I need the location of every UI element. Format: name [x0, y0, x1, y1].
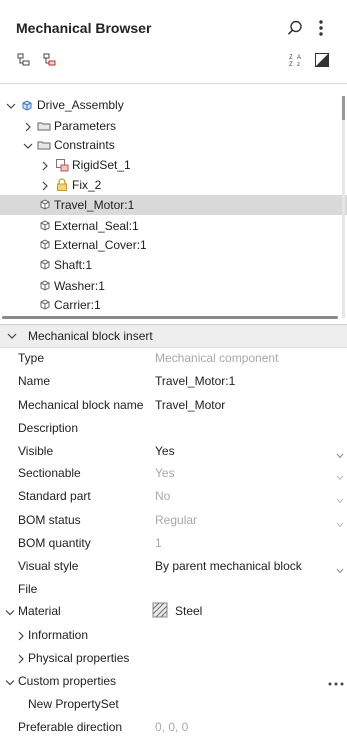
tree-item-travel-motor[interactable]: Travel_Motor:1	[0, 195, 347, 215]
prop-label-description: Description	[18, 421, 79, 435]
tree-item-label: Travel_Motor:1	[54, 198, 135, 212]
chevron-right-icon[interactable]	[23, 121, 33, 132]
prop-value-visible[interactable]: Yes	[155, 444, 175, 458]
prop-label-type: Type	[18, 351, 45, 365]
prop-value-preferable-direction: 0, 0, 0	[155, 720, 189, 734]
tree-vertical-scrollbar[interactable]	[342, 96, 345, 318]
chevron-down-icon[interactable]	[336, 448, 344, 459]
chevron-down-icon	[336, 470, 344, 481]
chevron-down-icon[interactable]	[336, 563, 344, 574]
tree-item-label: External_Cover:1	[54, 238, 147, 252]
panel-title: Mechanical block insert	[28, 329, 153, 343]
prop-label-visible: Visible	[18, 444, 54, 458]
tree-item-parameters[interactable]: Parameters	[0, 116, 347, 136]
svg-text:z: z	[297, 62, 300, 68]
assembly-icon	[20, 98, 34, 112]
component-icon	[38, 258, 52, 272]
tree-item-washer[interactable]: Washer:1	[0, 276, 347, 296]
folder-icon	[37, 138, 51, 152]
more-vert-icon[interactable]	[314, 19, 328, 37]
prop-label-block-name: Mechanical block name	[18, 398, 144, 412]
sort-icon[interactable]: ZZAz	[288, 52, 304, 68]
prop-value-visual-style[interactable]: By parent mechanical block	[155, 559, 302, 573]
tree-item-label: Shaft:1	[54, 258, 93, 272]
prop-value-type: Mechanical component	[155, 351, 279, 365]
rigidset-icon	[55, 158, 69, 172]
tree-item-label: Fix_2	[72, 178, 102, 192]
prop-label-standard-part: Standard part	[18, 489, 91, 503]
chevron-down-icon[interactable]	[5, 606, 15, 616]
prop-value-bom-status: Regular	[155, 513, 198, 527]
tree-filter-icon[interactable]	[42, 52, 58, 68]
tree-item-label: Carrier:1	[54, 298, 101, 312]
tree-item-label: Drive_Assembly	[37, 98, 124, 112]
svg-text:Z: Z	[289, 62, 293, 68]
svg-text:Z: Z	[289, 55, 293, 61]
prop-label-name: Name	[18, 374, 51, 388]
chevron-down-icon[interactable]	[7, 330, 17, 344]
new-propertyset-button[interactable]: New PropertySet	[28, 697, 119, 711]
chevron-down-icon[interactable]	[6, 100, 16, 110]
lock-icon	[55, 178, 69, 192]
svg-text:A: A	[297, 55, 301, 61]
tree-item-drive-assembly[interactable]: Drive_Assembly	[0, 95, 347, 115]
component-icon	[38, 219, 52, 233]
prop-label-bom-status: BOM status	[18, 513, 81, 527]
tree-item-label: Constraints	[54, 138, 115, 152]
chevron-down-icon[interactable]	[23, 140, 33, 150]
tree-item-shaft[interactable]: Shaft:1	[0, 255, 347, 275]
prop-label-bom-quantity: BOM quantity	[18, 536, 91, 550]
chevron-right-icon[interactable]	[17, 630, 25, 641]
prop-value-name[interactable]: Travel_Motor:1	[155, 374, 235, 388]
search-icon[interactable]	[286, 19, 304, 37]
chevron-down-icon	[336, 493, 344, 504]
tree-item-label: External_Seal:1	[54, 219, 139, 233]
section-custom-properties[interactable]: Custom properties	[18, 674, 116, 688]
prop-value-sectionable: Yes	[155, 466, 175, 480]
tree-item-label: RigidSet_1	[72, 158, 131, 172]
prop-label-file: File	[18, 582, 38, 596]
section-physical-properties[interactable]: Physical properties	[28, 651, 129, 665]
prop-label-material: Material	[18, 604, 61, 618]
tree-horizontal-scrollbar[interactable]	[2, 316, 338, 319]
material-swatch-icon	[152, 602, 168, 621]
prop-label-sectionable: Sectionable	[18, 466, 81, 480]
chevron-down-icon[interactable]	[5, 676, 15, 686]
tree-item-fix[interactable]: Fix_2	[0, 175, 347, 195]
header-separator	[0, 83, 347, 84]
tree-item-label: Washer:1	[54, 279, 105, 293]
browser-title: Mechanical Browser	[16, 20, 152, 36]
contrast-icon[interactable]	[314, 52, 330, 68]
tree-expand-icon[interactable]	[16, 52, 32, 68]
section-information[interactable]: Information	[28, 628, 88, 642]
tree-item-external-cover[interactable]: External_Cover:1	[0, 235, 347, 255]
chevron-down-icon	[336, 517, 344, 528]
component-icon	[38, 238, 52, 252]
folder-icon	[37, 119, 51, 133]
chevron-right-icon[interactable]	[17, 653, 25, 664]
prop-value-material[interactable]: Steel	[175, 604, 202, 618]
tree-item-constraints[interactable]: Constraints	[0, 135, 347, 155]
component-icon	[38, 298, 52, 312]
tree-item-carrier[interactable]: Carrier:1	[0, 295, 347, 315]
tree-item-rigidset[interactable]: RigidSet_1	[0, 155, 347, 175]
chevron-right-icon[interactable]	[40, 180, 50, 191]
component-icon	[38, 279, 52, 293]
tree-item-label: Parameters	[54, 119, 117, 133]
prop-value-block-name[interactable]: Travel_Motor	[155, 398, 225, 412]
tree-item-external-seal[interactable]: External_Seal:1	[0, 216, 347, 236]
prop-label-visual-style: Visual style	[18, 559, 79, 573]
more-horiz-icon[interactable]	[328, 676, 344, 690]
component-icon	[38, 198, 52, 212]
prop-value-standard-part: No	[155, 489, 171, 503]
prop-value-bom-quantity: 1	[155, 536, 162, 550]
chevron-right-icon[interactable]	[40, 160, 50, 171]
tree-scroll-thumb[interactable]	[342, 96, 345, 120]
prop-label-preferable-direction: Preferable direction	[18, 720, 123, 734]
